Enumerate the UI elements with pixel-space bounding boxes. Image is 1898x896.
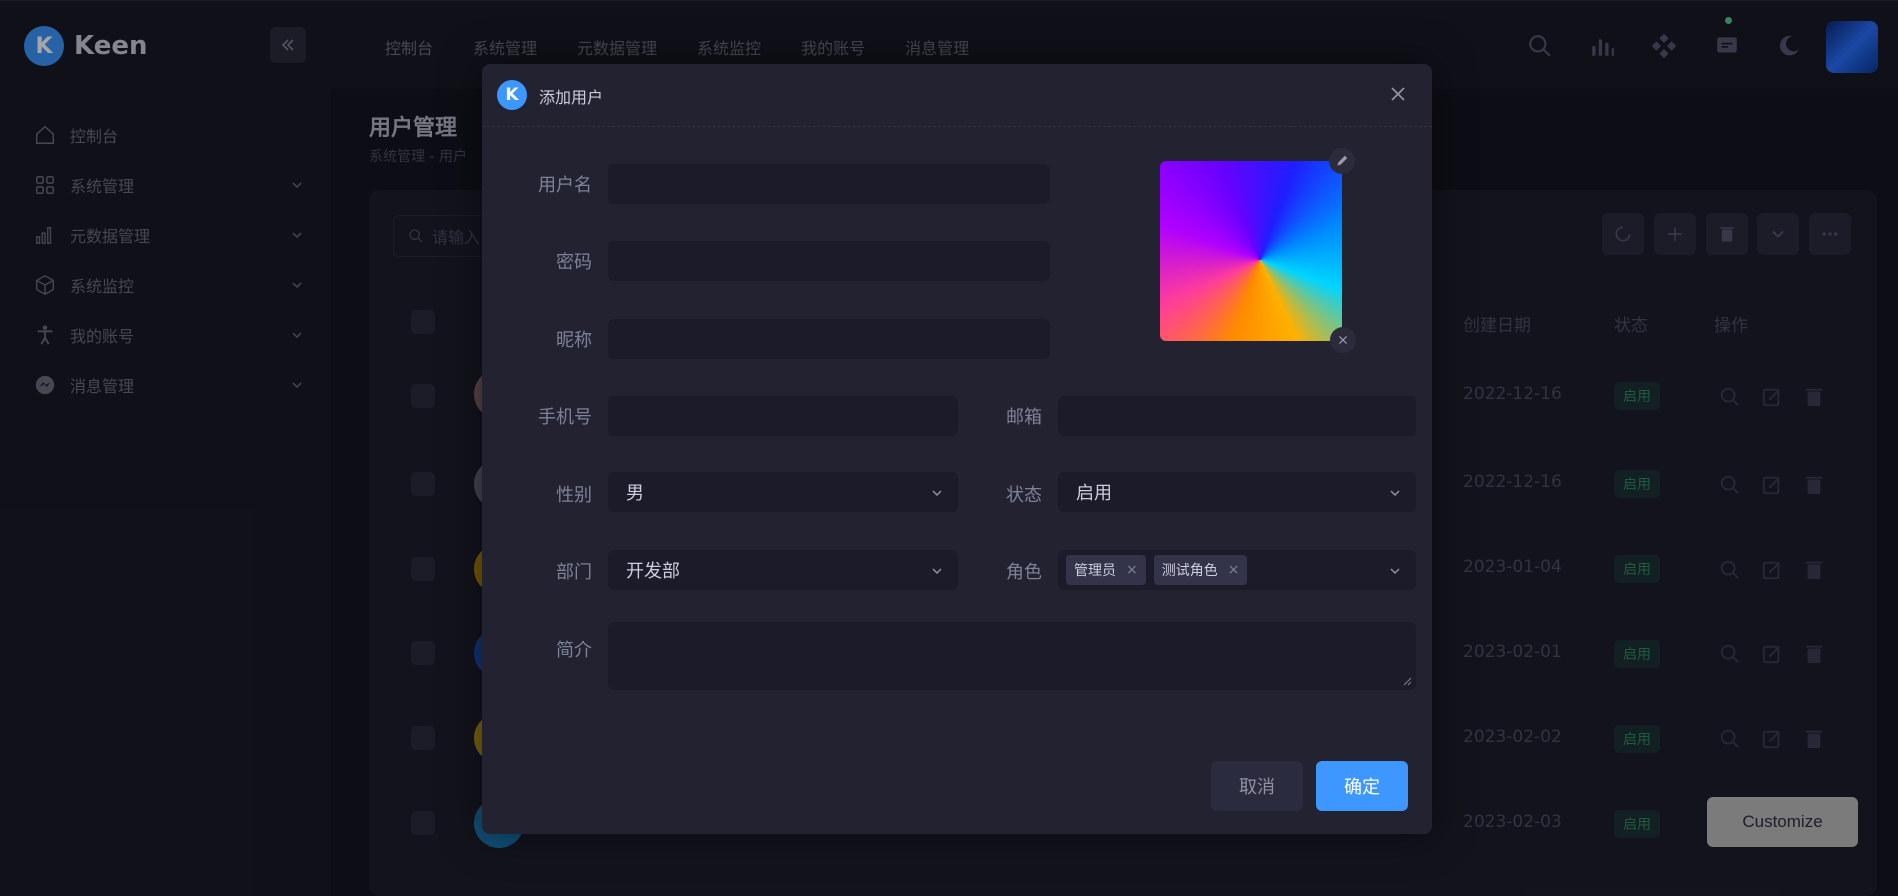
resize-handle-icon[interactable] [1402, 676, 1412, 686]
role-tag-label: 测试角色 [1161, 563, 1218, 579]
chevron-down-icon [932, 490, 942, 497]
status-select[interactable]: 启用 [1058, 472, 1416, 512]
tag-remove-icon[interactable]: × [1126, 562, 1138, 578]
bio-label: 简介 [556, 640, 592, 661]
email-field[interactable] [1058, 396, 1416, 436]
close-icon [1338, 335, 1348, 345]
dialog-title: 添加用户 [539, 88, 604, 107]
keen-logo-icon: K [497, 80, 527, 110]
avatar-preview [1160, 161, 1342, 341]
status-value: 启用 [1076, 483, 1112, 504]
app-root: K Keen 控制台 系统管理 元数据管理 系统监控 我的账号 消息管理 控制台 [0, 0, 1898, 896]
close-icon[interactable] [1388, 84, 1408, 104]
dialog-header: K 添加用户 [482, 64, 1432, 127]
pencil-icon [1337, 155, 1348, 166]
nickname-field[interactable] [608, 319, 1050, 359]
department-select[interactable]: 开发部 [608, 550, 958, 590]
add-user-dialog: K 添加用户 用户名 密码 昵称 手机号 邮箱 性别 男 状态 启用 部门 开发… [482, 64, 1432, 834]
phone-label: 手机号 [538, 407, 592, 428]
role-tag-label: 管理员 [1074, 563, 1116, 579]
tag-remove-icon[interactable]: × [1228, 562, 1240, 578]
nickname-label: 昵称 [556, 330, 592, 351]
chevron-down-icon [1390, 568, 1400, 575]
gender-select[interactable]: 男 [608, 472, 958, 512]
password-label: 密码 [556, 252, 592, 273]
avatar-edit-button[interactable] [1329, 148, 1355, 174]
customize-button[interactable]: Customize [1707, 797, 1858, 847]
bio-textarea[interactable] [608, 622, 1416, 690]
department-label: 部门 [556, 562, 592, 583]
chevron-down-icon [932, 568, 942, 575]
department-value: 开发部 [626, 561, 680, 582]
username-field[interactable] [608, 164, 1050, 204]
avatar-remove-button[interactable] [1330, 327, 1356, 353]
username-label: 用户名 [538, 175, 592, 196]
role-label: 角色 [1006, 562, 1042, 583]
gender-label: 性别 [556, 485, 592, 506]
gender-value: 男 [626, 483, 644, 504]
phone-field[interactable] [608, 396, 958, 436]
status-label: 状态 [1006, 485, 1042, 506]
role-multiselect[interactable]: 管理员 × 测试角色 × [1058, 550, 1416, 590]
chevron-down-icon [1390, 490, 1400, 497]
cancel-button[interactable]: 取消 [1211, 761, 1303, 811]
role-tag: 测试角色 × [1153, 555, 1248, 585]
email-label: 邮箱 [1006, 407, 1042, 428]
password-field[interactable] [608, 241, 1050, 281]
role-tag: 管理员 × [1066, 555, 1146, 585]
confirm-button[interactable]: 确定 [1316, 761, 1408, 811]
